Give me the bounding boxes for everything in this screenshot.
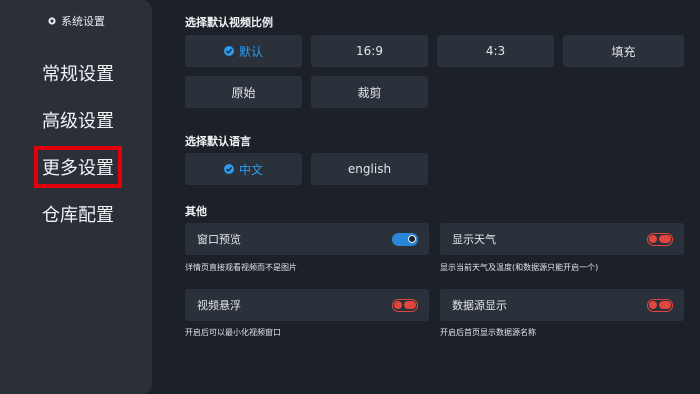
toggle-card-window-preview[interactable]: 窗口预览 [185,223,429,255]
toggle-label: 窗口预览 [197,233,241,246]
toggle-switch-floating-video[interactable] [392,298,418,312]
check-icon [223,46,234,56]
language-option-label: 中文 [238,162,263,177]
aspect-option-crop[interactable]: 裁剪 [311,76,428,108]
sidebar-header-label: 系统设置 [61,15,105,28]
aspect-option-default[interactable]: 默认 [185,35,302,67]
aspect-option-16-9[interactable]: 16:9 [311,35,428,67]
aspect-section-title: 选择默认视频比例 [185,16,273,29]
toggle-label: 显示天气 [452,233,496,246]
sidebar-item-advanced[interactable]: 高级设置 [34,102,122,138]
language-option-english[interactable]: english [311,153,428,185]
toggle-switch-window-preview[interactable] [392,232,418,246]
sidebar-item-general[interactable]: 常规设置 [34,55,122,91]
sidebar-item-repository[interactable]: 仓库配置 [34,196,122,232]
gear-icon [48,17,56,25]
toggle-label: 数据源显示 [452,299,507,312]
hint-weather: 显示当前天气及温度(和数据源只能开启一个) [440,263,599,272]
hint-floating-video: 开启后可以最小化视频窗口 [185,328,281,337]
sidebar: 系统设置 常规设置 高级设置 更多设置 仓库配置 [0,0,152,394]
toggle-card-weather[interactable]: 显示天气 [440,223,684,255]
hint-source-display: 开启后首页显示数据源名称 [440,328,536,337]
other-section-title: 其他 [185,205,207,218]
hint-window-preview: 详情页直接观看视频而不是图片 [185,263,297,272]
aspect-option-4-3[interactable]: 4:3 [437,35,554,67]
aspect-option-original[interactable]: 原始 [185,76,302,108]
aspect-option-label: 默认 [238,44,263,59]
toggle-card-source-display[interactable]: 数据源显示 [440,289,684,321]
toggle-switch-source-display[interactable] [647,298,673,312]
language-option-chinese[interactable]: 中文 [185,153,302,185]
toggle-card-floating-video[interactable]: 视频悬浮 [185,289,429,321]
toggle-switch-weather[interactable] [647,232,673,246]
sidebar-header: 系统设置 [0,13,152,29]
language-section-title: 选择默认语言 [185,135,251,148]
toggle-label: 视频悬浮 [197,299,241,312]
check-icon [223,164,234,174]
aspect-option-fill[interactable]: 填充 [563,35,684,67]
sidebar-item-more[interactable]: 更多设置 [34,146,122,188]
